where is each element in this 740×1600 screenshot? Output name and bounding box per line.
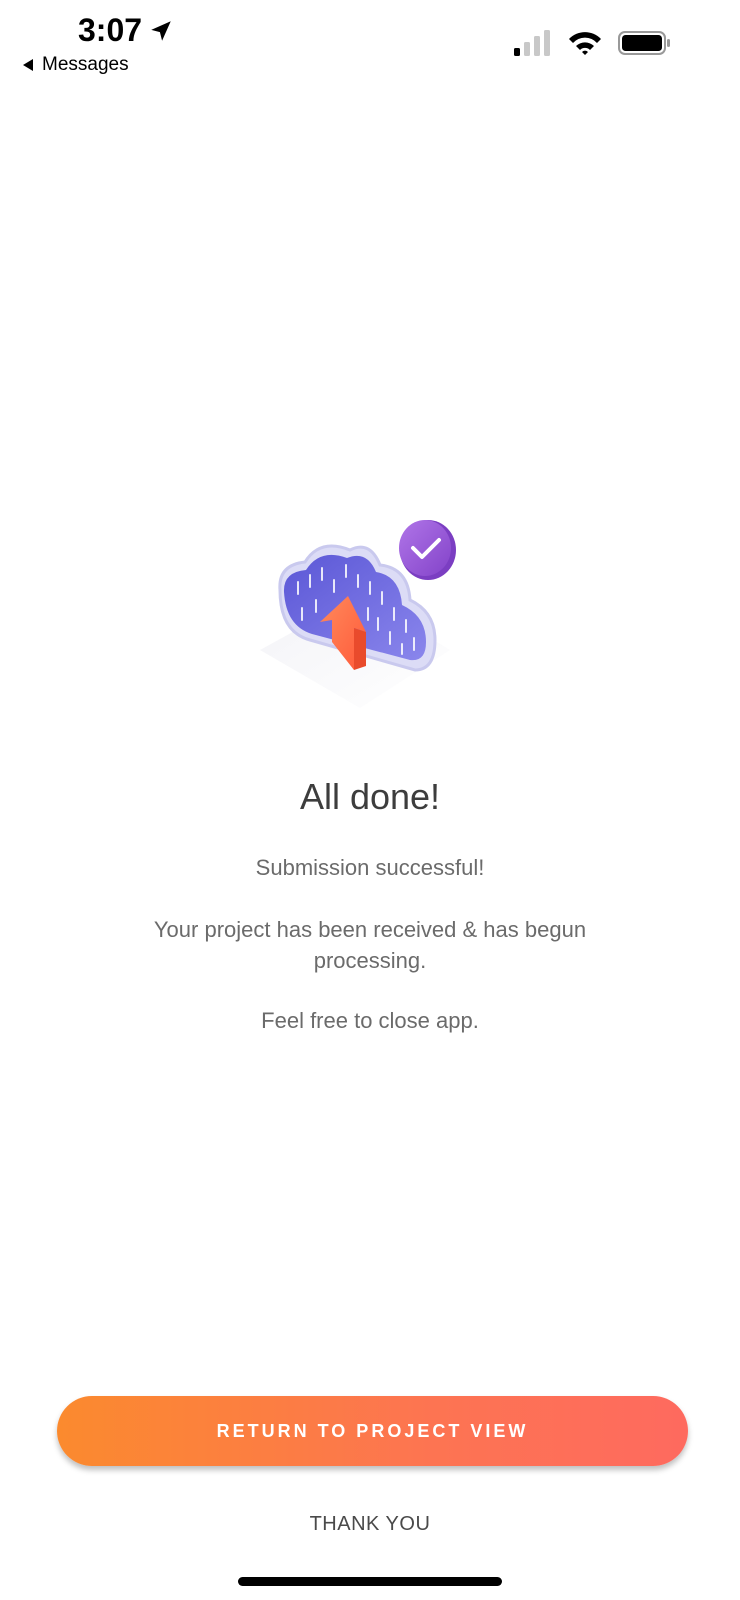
processing-text: Your project has been received & has beg…	[153, 917, 587, 973]
status-time: 3:07	[78, 12, 174, 49]
close-app-message: Feel free to close app.	[261, 1008, 479, 1033]
location-arrow-icon	[151, 20, 171, 41]
page-title: All done!	[299, 776, 441, 817]
status-icons	[514, 30, 672, 56]
return-button-label: RETURN TO PROJECT VIEW	[216, 1420, 529, 1441]
success-message: Submission successful!	[255, 855, 485, 880]
cloud-upload-illustration	[250, 520, 470, 720]
return-to-project-view-button[interactable]: RETURN TO PROJECT VIEW	[57, 1396, 688, 1466]
wifi-icon	[569, 32, 601, 55]
back-label: Messages	[42, 54, 129, 75]
processing-message: Your project has been received & has beg…	[0, 914, 740, 976]
home-indicator[interactable]	[238, 1577, 502, 1586]
battery-icon	[618, 31, 670, 55]
time-text: 3:07	[78, 12, 143, 48]
check-badge-icon	[399, 520, 456, 580]
cellular-signal-icon	[514, 30, 550, 56]
back-triangle-icon	[23, 59, 33, 71]
thank-you-button[interactable]: THANK YOU	[0, 1513, 740, 1536]
back-to-messages[interactable]: Messages	[22, 54, 129, 76]
